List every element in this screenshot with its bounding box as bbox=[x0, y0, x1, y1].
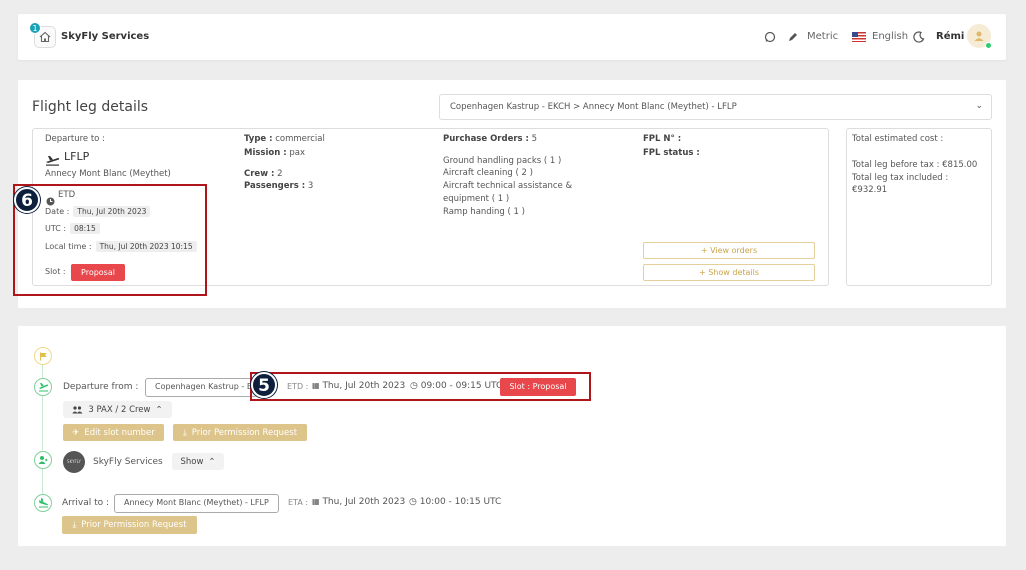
purchase-orders-label: Purchase Orders : bbox=[443, 134, 529, 144]
chevron-up-icon: ⌃ bbox=[155, 404, 163, 415]
route-select-value: Copenhagen Kastrup - EKCH > Annecy Mont … bbox=[450, 102, 737, 112]
download-icon: ⤓ bbox=[72, 520, 77, 530]
destination-code: LFLP bbox=[64, 150, 90, 163]
timeline-line bbox=[42, 396, 43, 450]
eta-date: ▦ Thu, Jul 20th 2023 bbox=[312, 497, 405, 507]
calendar-icon: ▦ bbox=[312, 497, 320, 506]
operator-show-toggle[interactable]: Show ⌃ bbox=[172, 453, 224, 470]
user-icon bbox=[974, 31, 984, 41]
type-row: Type : commercial bbox=[244, 134, 325, 144]
dark-mode-toggle[interactable] bbox=[913, 31, 925, 43]
chevron-up-icon: ⌃ bbox=[208, 456, 216, 467]
us-flag-icon bbox=[852, 31, 866, 42]
crew-row: Crew : 2 bbox=[244, 169, 283, 179]
passengers-row: Passengers : 3 bbox=[244, 181, 313, 191]
order-item: equipment ( 1 ) bbox=[443, 194, 510, 204]
plane-icon: ✈ bbox=[72, 427, 80, 438]
eta-time-text: 10:00 - 10:15 UTC bbox=[419, 497, 502, 507]
operator-logo: SKYFLY bbox=[63, 451, 85, 473]
purchase-orders-row: Purchase Orders : 5 bbox=[443, 134, 537, 144]
prior-permission-button-arrival[interactable]: ⤓ Prior Permission Request bbox=[62, 516, 197, 534]
crew-value: 2 bbox=[277, 169, 283, 179]
annotation-badge-6: 6 bbox=[14, 187, 40, 213]
edit-slot-button[interactable]: ✈ Edit slot number bbox=[63, 424, 164, 441]
brand-name: SkyFly Services bbox=[61, 31, 150, 42]
page-title: Flight leg details bbox=[32, 99, 149, 115]
passengers-label: Passengers : bbox=[244, 181, 306, 191]
chevron-down-icon: ⌄ bbox=[975, 101, 983, 111]
order-item: Ground handling packs ( 1 ) bbox=[443, 156, 562, 166]
operator-name: SkyFly Services bbox=[93, 457, 163, 467]
mission-label: Mission : bbox=[244, 148, 287, 158]
units-label: Metric bbox=[807, 31, 839, 42]
eta-time: ◷ 10:00 - 10:15 UTC bbox=[409, 497, 501, 507]
prior-permission-label: Prior Permission Request bbox=[81, 520, 187, 530]
units-toggle[interactable]: Metric bbox=[788, 31, 838, 42]
timeline-start-node bbox=[34, 347, 52, 365]
arrival-airport-pill[interactable]: Annecy Mont Blanc (Meythet) - LFLP bbox=[114, 494, 279, 513]
user-name[interactable]: Rémi bbox=[936, 31, 964, 42]
pax-crew-label: 3 PAX / 2 Crew bbox=[88, 404, 151, 415]
download-icon: ⤓ bbox=[182, 427, 187, 438]
plane-icon bbox=[45, 151, 60, 170]
eta-date-text: Thu, Jul 20th 2023 bbox=[322, 497, 406, 507]
online-status-dot bbox=[985, 42, 992, 49]
order-item: Aircraft technical assistance & bbox=[443, 181, 573, 191]
departure-from-label: Departure from : bbox=[63, 382, 139, 392]
mission-row: Mission : pax bbox=[244, 148, 305, 158]
type-value: commercial bbox=[275, 134, 325, 144]
user-icon bbox=[38, 456, 48, 464]
route-select[interactable]: Copenhagen Kastrup - EKCH > Annecy Mont … bbox=[439, 94, 992, 120]
prior-permission-label: Prior Permission Request bbox=[191, 427, 298, 438]
fpl-status-label: FPL status : bbox=[643, 148, 700, 158]
timeline-line bbox=[42, 364, 43, 378]
before-tax-total: Total leg before tax : €815.00 bbox=[852, 160, 978, 170]
mission-value: pax bbox=[289, 148, 305, 158]
language-label: English bbox=[872, 31, 909, 42]
order-item: Aircraft cleaning ( 2 ) bbox=[443, 168, 533, 178]
arrival-to-label: Arrival to : bbox=[62, 498, 110, 508]
chat-button[interactable] bbox=[764, 31, 776, 43]
destination-name: Annecy Mont Blanc (Meythet) bbox=[45, 169, 171, 179]
flag-icon bbox=[39, 352, 46, 360]
departure-node bbox=[34, 378, 52, 396]
timeline-card bbox=[18, 326, 1006, 546]
type-label: Type : bbox=[244, 134, 273, 144]
tax-included-label: Total leg tax included : bbox=[852, 173, 949, 183]
operator-node bbox=[34, 451, 52, 469]
annotation-box-5 bbox=[250, 372, 591, 401]
chat-icon bbox=[764, 31, 776, 43]
arrival-node bbox=[34, 494, 52, 512]
language-select[interactable]: English bbox=[852, 31, 908, 42]
timeline-line bbox=[42, 468, 43, 494]
show-label: Show bbox=[180, 456, 204, 467]
home-icon bbox=[39, 31, 51, 43]
moon-icon bbox=[913, 31, 925, 43]
cost-title: Total estimated cost : bbox=[852, 134, 944, 144]
edit-slot-label: Edit slot number bbox=[84, 427, 155, 438]
order-item: Ramp handing ( 1 ) bbox=[443, 207, 525, 217]
fpl-number-label: FPL N° : bbox=[643, 134, 682, 144]
users-icon bbox=[72, 405, 83, 413]
purchase-orders-count: 5 bbox=[531, 134, 538, 144]
prior-permission-button[interactable]: ⤓ Prior Permission Request bbox=[173, 424, 307, 441]
view-orders-button[interactable]: + View orders bbox=[643, 242, 815, 259]
clock-icon: ◷ bbox=[409, 497, 417, 507]
crew-label: Crew : bbox=[244, 169, 275, 179]
eta-prefix: ETA : bbox=[288, 498, 309, 507]
show-details-button[interactable]: + Show details bbox=[643, 264, 815, 281]
departure-airport-pill[interactable]: Copenhagen Kastrup - E bbox=[145, 378, 257, 397]
pencil-icon bbox=[789, 32, 797, 41]
takeoff-icon bbox=[38, 383, 48, 392]
passengers-value: 3 bbox=[307, 181, 314, 191]
landing-icon bbox=[38, 498, 48, 508]
cost-box bbox=[846, 128, 992, 286]
tax-included-value: €932.91 bbox=[852, 185, 888, 195]
pax-crew-toggle[interactable]: 3 PAX / 2 Crew ⌃ bbox=[63, 401, 172, 418]
annotation-badge-5: 5 bbox=[251, 372, 277, 398]
notification-badge[interactable]: 1 bbox=[29, 22, 41, 34]
departure-to-label: Departure to : bbox=[45, 134, 105, 144]
annotation-box-6 bbox=[13, 184, 207, 296]
